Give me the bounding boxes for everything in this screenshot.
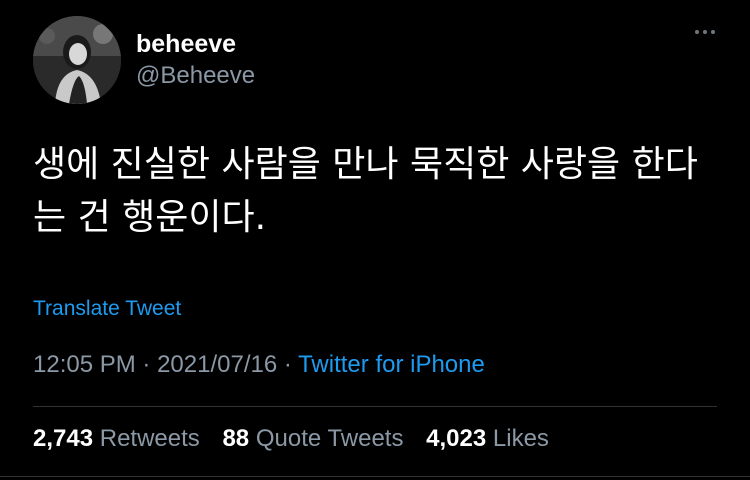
retweets-count: 2,743 <box>33 425 94 452</box>
quote-tweets-label: Quote Tweets <box>255 425 404 452</box>
tweet-detail: beheeve @Beheeve 생에 진실한 사람을 만나 묵직한 사랑을 한… <box>0 0 750 480</box>
user-handle[interactable]: @Beheeve <box>136 61 255 91</box>
divider <box>0 476 750 477</box>
more-icon <box>703 30 707 34</box>
tweet-header: beheeve @Beheeve <box>33 16 255 104</box>
likes-stat[interactable]: 4,023 Likes <box>426 425 549 452</box>
quote-tweets-stat[interactable]: 88 Quote Tweets <box>222 425 403 452</box>
more-options-button[interactable] <box>695 30 715 34</box>
meta-separator: · <box>277 351 299 378</box>
likes-count: 4,023 <box>426 425 487 452</box>
translate-tweet-link[interactable]: Translate Tweet <box>33 297 181 321</box>
tweet-text: 생에 진실한 사람을 만나 묵직한 사랑을 한다 는 건 행운이다. <box>33 144 698 238</box>
retweets-label: Retweets <box>99 425 200 452</box>
more-icon <box>695 30 699 34</box>
tweet-meta: 12:05 PM · 2021/07/16 · Twitter for iPho… <box>33 351 485 379</box>
likes-label: Likes <box>492 425 549 452</box>
tweet-source-link[interactable]: Twitter for iPhone <box>298 351 485 378</box>
meta-separator: · <box>135 351 158 378</box>
user-names: beheeve @Beheeve <box>136 29 255 91</box>
tweet-date[interactable]: 2021/07/16 <box>157 351 277 378</box>
tweet-time[interactable]: 12:05 PM <box>33 351 136 378</box>
retweets-stat[interactable]: 2,743 Retweets <box>33 425 200 452</box>
display-name[interactable]: beheeve <box>136 29 255 59</box>
divider <box>33 406 717 407</box>
tweet-stats: 2,743 Retweets 88 Quote Tweets 4,023 Lik… <box>33 425 565 453</box>
quote-tweets-count: 88 <box>222 425 250 452</box>
avatar-photo-icon <box>33 16 121 104</box>
more-icon <box>711 30 715 34</box>
avatar[interactable] <box>33 16 121 104</box>
